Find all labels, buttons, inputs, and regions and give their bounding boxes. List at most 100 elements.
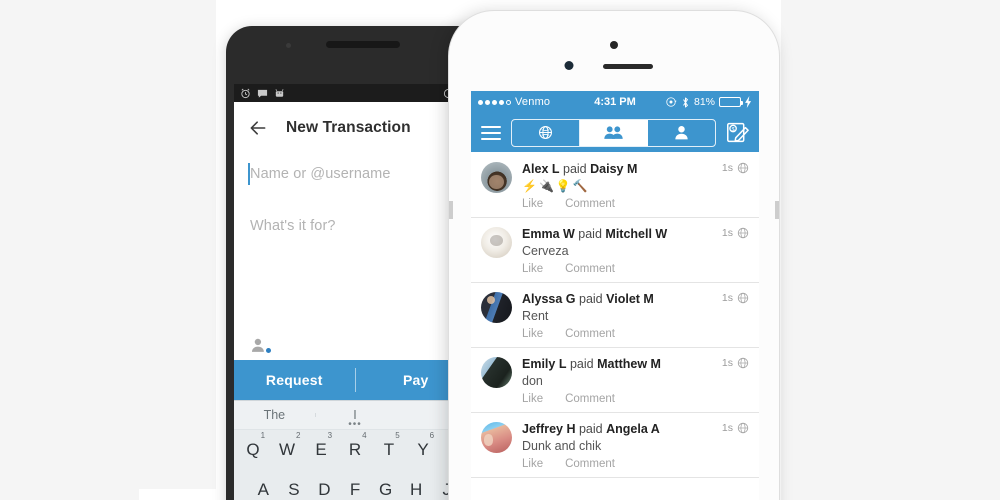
key-y[interactable]: Y6 (406, 431, 440, 460)
feed-item[interactable]: Emily L paid Matthew M 1s don Like Comme… (471, 348, 759, 413)
public-feed-tab[interactable] (512, 119, 580, 146)
key-d[interactable]: D (309, 480, 340, 500)
like-button[interactable]: Like (522, 263, 543, 275)
hamburger-menu-icon[interactable] (481, 125, 501, 140)
comment-button[interactable]: Comment (565, 198, 615, 210)
note-input[interactable]: What's it for? (234, 206, 476, 246)
feed-item-headline: Alyssa G paid Violet M (522, 292, 716, 307)
friends-feed-tab[interactable] (580, 119, 648, 146)
android-app-bar: New Transaction (234, 102, 476, 154)
verb-label: paid (563, 162, 587, 176)
note-placeholder: What's it for? (250, 218, 336, 234)
globe-icon (737, 422, 749, 434)
request-button[interactable]: Request (234, 360, 355, 400)
key-r[interactable]: R4 (338, 431, 372, 460)
recipient-placeholder: Name or @username (250, 166, 391, 182)
feed-item[interactable]: Jeffrey H paid Angela A 1s Dunk and chik… (471, 413, 759, 478)
two-people-icon (604, 126, 623, 139)
suggestion-0[interactable]: The (234, 408, 315, 422)
keyboard-row-2: A S D F G H J (234, 470, 476, 500)
actor-name[interactable]: Alyssa G (522, 292, 576, 306)
comment-button[interactable]: Comment (565, 393, 615, 405)
target-name[interactable]: Angela A (606, 422, 660, 436)
android-contacts-row (234, 330, 476, 360)
timestamp: 1s (721, 422, 733, 434)
avatar[interactable] (481, 227, 512, 258)
actor-name[interactable]: Jeffrey H (522, 422, 576, 436)
key-f[interactable]: F (340, 480, 371, 500)
rotation-lock-icon (666, 97, 677, 107)
like-button[interactable]: Like (522, 198, 543, 210)
feed-item[interactable]: Alex L paid Daisy M 1s ⚡🔌💡🔨 Like Comment (471, 153, 759, 218)
avatar[interactable] (481, 357, 512, 388)
key-w[interactable]: W2 (270, 431, 304, 460)
key-h[interactable]: H (401, 480, 432, 500)
like-button[interactable]: Like (522, 328, 543, 340)
mine-feed-tab[interactable] (648, 120, 715, 146)
key-a[interactable]: A (248, 480, 279, 500)
feed-item-emoji: ⚡🔌💡🔨 (522, 179, 590, 193)
text-caret (248, 163, 250, 185)
iphone-antenna-band-left (449, 201, 453, 219)
avatar[interactable] (481, 162, 512, 193)
person-icon (675, 126, 688, 140)
comment-button[interactable]: Comment (565, 458, 615, 470)
target-name[interactable]: Violet M (606, 292, 654, 306)
target-name[interactable]: Matthew M (597, 357, 661, 371)
compose-payment-icon[interactable]: $ (726, 121, 749, 144)
avatar[interactable] (481, 292, 512, 323)
battery-icon (719, 97, 743, 107)
android-action-bar: Request Pay (234, 360, 476, 400)
alarm-clock-icon (241, 88, 250, 98)
feed-item-note: Rent (522, 309, 549, 323)
contact-badge-dot (266, 347, 271, 353)
actor-name[interactable]: Emily L (522, 357, 566, 371)
android-status-bar (234, 84, 476, 102)
key-t[interactable]: T5 (372, 431, 406, 460)
timestamp: 1s (721, 162, 733, 174)
android-phone-mockup: New Transaction Name or @username What's… (226, 26, 484, 500)
key-q[interactable]: Q1 (236, 431, 270, 460)
key-s[interactable]: S (279, 480, 310, 500)
avatar[interactable] (481, 422, 512, 453)
feed-item-note: Dunk and chik (522, 439, 602, 453)
android-keyboard: The I ••• Q1 W2 E3 R4 T5 Y6 U7 A S (234, 400, 476, 500)
background-left-panel (0, 0, 216, 500)
globe-icon (737, 357, 749, 369)
comment-button[interactable]: Comment (565, 263, 615, 275)
timestamp: 1s (721, 227, 733, 239)
feed-item-headline: Jeffrey H paid Angela A (522, 422, 716, 437)
target-name[interactable]: Mitchell W (605, 227, 667, 241)
android-screen: New Transaction Name or @username What's… (234, 84, 476, 500)
front-camera-icon (610, 41, 618, 49)
feed-item-note: don (522, 374, 543, 388)
key-e[interactable]: E3 (304, 431, 338, 460)
like-button[interactable]: Like (522, 393, 543, 405)
feed-item-headline: Emily L paid Matthew M (522, 357, 716, 372)
keyboard-suggestion-bar: The I ••• (234, 401, 476, 430)
timestamp: 1s (721, 357, 733, 369)
add-contact-icon[interactable] (250, 336, 271, 355)
target-name[interactable]: Daisy M (590, 162, 637, 176)
venmo-feed-list[interactable]: Alex L paid Daisy M 1s ⚡🔌💡🔨 Like Comment… (471, 153, 759, 500)
signal-strength-icon (478, 99, 511, 105)
iphone-mockup: Venmo 4:31 PM 81% $ Alex L paid Daisy M … (448, 10, 780, 500)
message-icon (257, 89, 268, 98)
comment-button[interactable]: Comment (565, 328, 615, 340)
android-front-camera-icon (286, 43, 291, 48)
recipient-input[interactable]: Name or @username (234, 154, 476, 194)
android-earpiece-speaker (326, 41, 400, 48)
like-button[interactable]: Like (522, 458, 543, 470)
back-arrow-icon[interactable] (248, 118, 268, 138)
charging-bolt-icon (745, 96, 752, 108)
feed-item-note: Cerveza (522, 244, 569, 258)
feed-item[interactable]: Emma W paid Mitchell W 1s Cerveza Like C… (471, 218, 759, 283)
actor-name[interactable]: Alex L (522, 162, 560, 176)
actor-name[interactable]: Emma W (522, 227, 575, 241)
key-g[interactable]: G (370, 480, 401, 500)
suggestion-expand-icon[interactable]: ••• (348, 420, 362, 430)
feed-segmented-control (511, 118, 716, 147)
venmo-nav-bar: $ (471, 113, 759, 153)
feed-item[interactable]: Alyssa G paid Violet M 1s Rent Like Comm… (471, 283, 759, 348)
earpiece-speaker (603, 64, 653, 69)
